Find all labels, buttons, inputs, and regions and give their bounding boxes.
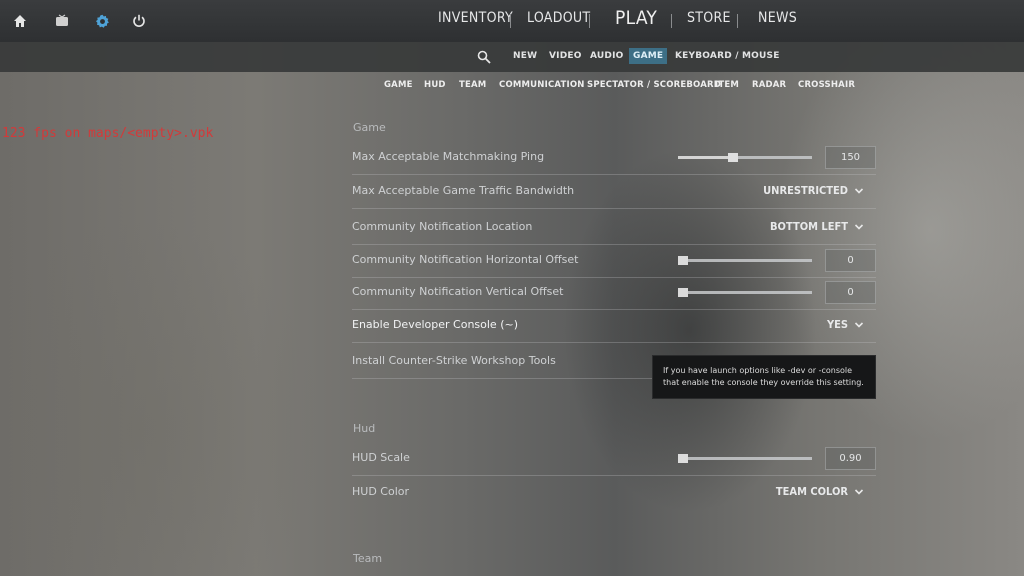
category-spectator-scoreboard[interactable]: SPECTATOR / SCOREBOARD xyxy=(587,80,721,90)
setting-row-notification-vertical-offset: Community Notification Vertical Offset 0 xyxy=(352,277,876,310)
dropdown-value: UNRESTRICTED xyxy=(763,184,848,197)
gear-icon[interactable] xyxy=(91,10,113,32)
slider[interactable] xyxy=(678,454,812,463)
dropdown[interactable]: UNRESTRICTED xyxy=(763,184,864,197)
setting-label: Community Notification Vertical Offset xyxy=(352,285,564,298)
category-communication[interactable]: COMMUNICATION xyxy=(499,80,585,90)
chevron-down-icon xyxy=(854,321,864,328)
dropdown-value: TEAM COLOR xyxy=(775,485,848,498)
category-team[interactable]: TEAM xyxy=(459,80,486,90)
tab-keyboard-mouse[interactable]: KEYBOARD / MOUSE xyxy=(675,51,780,61)
category-hud[interactable]: HUD xyxy=(424,80,446,90)
category-game[interactable]: GAME xyxy=(384,80,413,90)
section-title-team: Team xyxy=(353,552,383,565)
top-bar: INVENTORY LOADOUT PLAY STORE NEWS xyxy=(0,0,1024,42)
setting-label: Max Acceptable Game Traffic Bandwidth xyxy=(352,184,575,197)
nav-play[interactable]: PLAY xyxy=(615,7,657,29)
setting-label: Enable Developer Console (~) xyxy=(352,318,518,331)
setting-label: Max Acceptable Matchmaking Ping xyxy=(352,150,545,163)
slider[interactable] xyxy=(678,288,812,297)
nav-separator xyxy=(589,14,590,28)
slider[interactable] xyxy=(678,153,812,162)
dropdown-value: YES xyxy=(826,318,848,331)
slider[interactable] xyxy=(678,256,812,265)
power-icon[interactable] xyxy=(128,10,150,32)
setting-label: Community Notification Location xyxy=(352,220,533,233)
category-item[interactable]: ITEM xyxy=(715,80,739,90)
search-icon[interactable] xyxy=(473,46,495,68)
setting-row-notification-location: Community Notification Location BOTTOM L… xyxy=(352,212,876,245)
tooltip: If you have launch options like -dev or … xyxy=(652,355,876,399)
home-icon[interactable] xyxy=(9,10,31,32)
category-crosshair[interactable]: CROSSHAIR xyxy=(798,80,855,90)
value-input[interactable]: 0 xyxy=(825,281,876,304)
slider-thumb[interactable] xyxy=(678,256,688,265)
section-title-hud: Hud xyxy=(353,422,376,435)
tab-game[interactable]: GAME xyxy=(629,48,668,64)
setting-row-developer-console: Enable Developer Console (~) YES xyxy=(352,310,876,343)
fps-overlay: 123 fps on maps/<empty>.vpk xyxy=(2,126,214,141)
setting-row-matchmaking-ping: Max Acceptable Matchmaking Ping 150 xyxy=(352,142,876,175)
chevron-down-icon xyxy=(854,223,864,230)
slider-thumb[interactable] xyxy=(728,153,738,162)
nav-separator xyxy=(737,14,738,28)
slider-fill xyxy=(678,156,733,159)
value-input[interactable]: 150 xyxy=(825,146,876,169)
setting-row-traffic-bandwidth: Max Acceptable Game Traffic Bandwidth UN… xyxy=(352,176,876,209)
nav-separator xyxy=(510,14,511,28)
tab-audio[interactable]: AUDIO xyxy=(590,51,623,61)
value-input[interactable]: 0 xyxy=(825,249,876,272)
setting-label: HUD Color xyxy=(352,485,410,498)
setting-label: Community Notification Horizontal Offset xyxy=(352,253,579,266)
value-input[interactable]: 0.90 xyxy=(825,447,876,470)
setting-row-hud-color: HUD Color TEAM COLOR xyxy=(352,477,876,509)
chevron-down-icon xyxy=(854,488,864,495)
setting-label: Install Counter-Strike Workshop Tools xyxy=(352,354,556,367)
tab-new[interactable]: NEW xyxy=(513,51,537,61)
setting-row-hud-scale: HUD Scale 0.90 xyxy=(352,443,876,476)
nav-separator xyxy=(671,14,672,28)
category-radar[interactable]: RADAR xyxy=(752,80,786,90)
dropdown[interactable]: BOTTOM LEFT xyxy=(770,220,864,233)
slider-thumb[interactable] xyxy=(678,454,688,463)
dropdown-value: BOTTOM LEFT xyxy=(770,220,848,233)
tab-video[interactable]: VIDEO xyxy=(549,51,582,61)
section-title-game: Game xyxy=(353,121,386,134)
slider-thumb[interactable] xyxy=(678,288,688,297)
setting-label: HUD Scale xyxy=(352,451,410,464)
dropdown[interactable]: TEAM COLOR xyxy=(776,485,864,498)
nav-inventory[interactable]: INVENTORY xyxy=(438,10,513,26)
chevron-down-icon xyxy=(854,187,864,194)
tv-icon[interactable] xyxy=(51,10,73,32)
setting-row-notification-horizontal-offset: Community Notification Horizontal Offset… xyxy=(352,245,876,278)
nav-store[interactable]: STORE xyxy=(687,10,731,26)
settings-subnav: NEW VIDEO AUDIO GAME KEYBOARD / MOUSE xyxy=(0,42,1024,72)
nav-news[interactable]: NEWS xyxy=(758,10,797,26)
nav-loadout[interactable]: LOADOUT xyxy=(527,10,590,26)
dropdown[interactable]: YES xyxy=(827,318,864,331)
